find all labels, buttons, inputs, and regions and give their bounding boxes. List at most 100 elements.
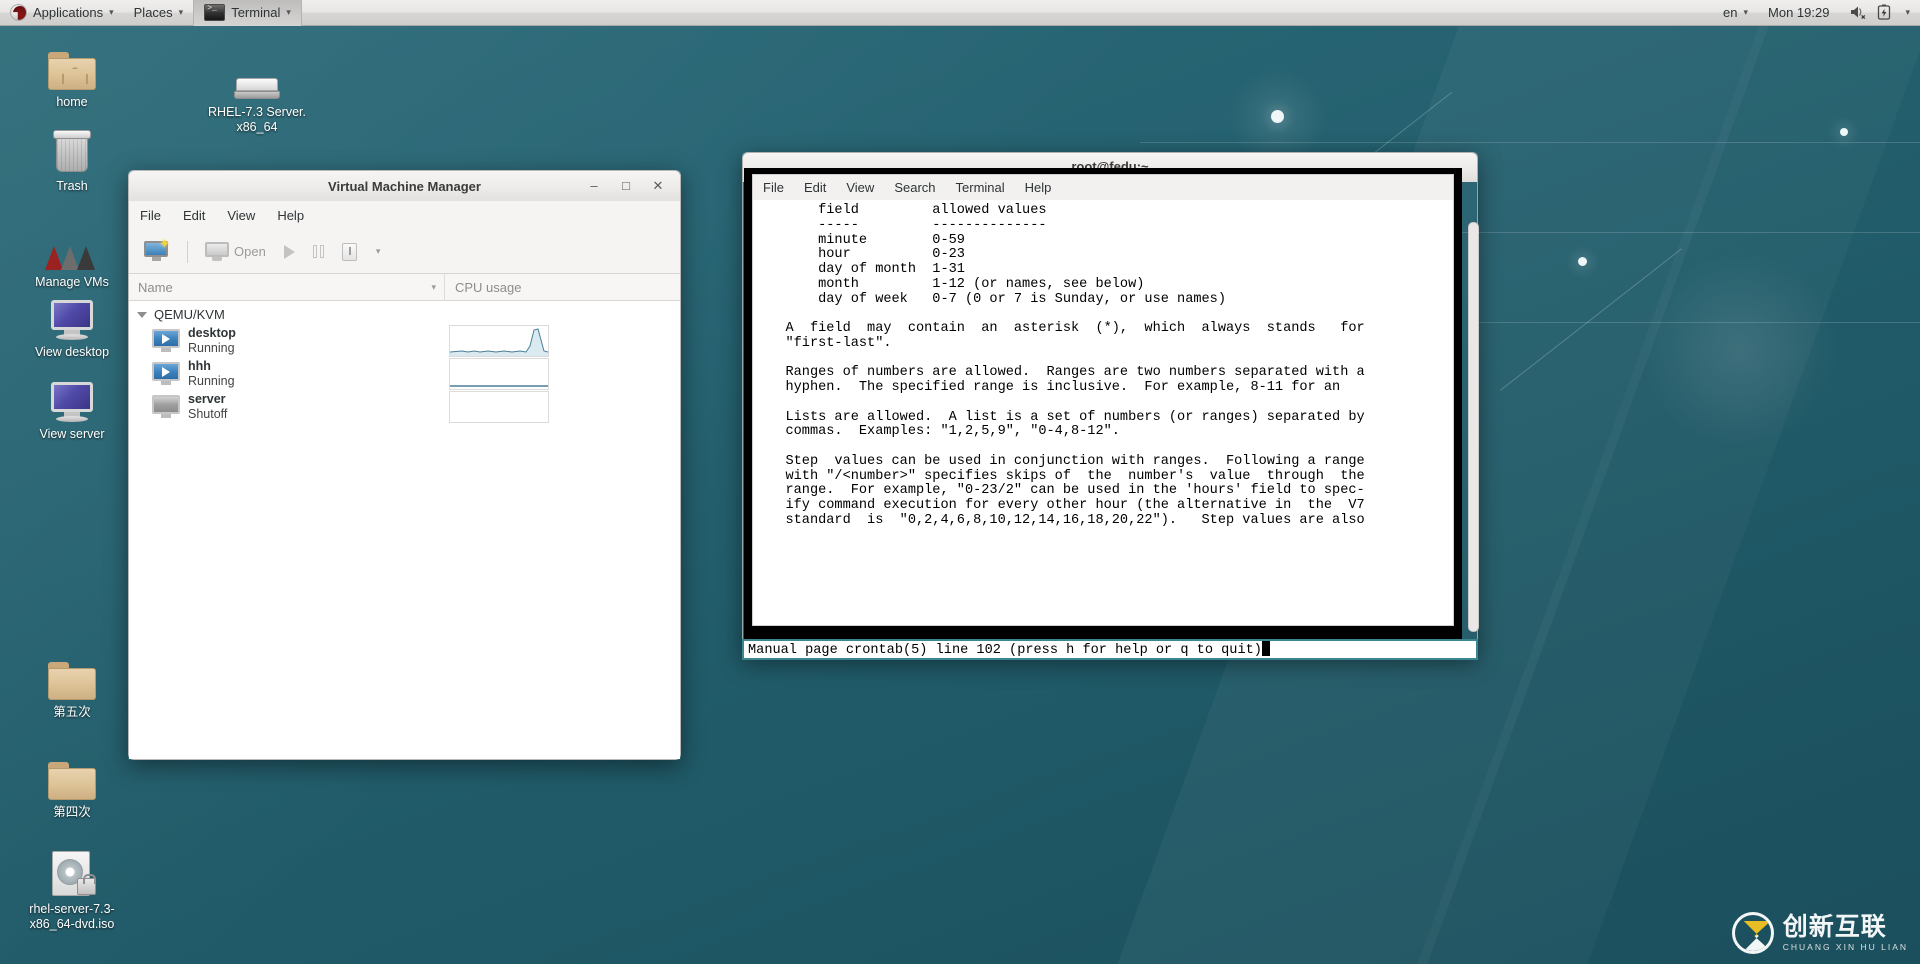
- desktop-icon-folder-4[interactable]: 第四次: [16, 748, 128, 820]
- vm-name: server: [188, 391, 226, 406]
- close-button[interactable]: ✕: [650, 178, 666, 194]
- vmm-titlebar[interactable]: Virtual Machine Manager – □ ✕: [128, 170, 681, 201]
- desktop-icon-rhel-drive[interactable]: RHEL-7.3 Server. x86_64: [187, 48, 327, 135]
- menu-help[interactable]: Help: [1015, 175, 1062, 201]
- fedora-logo-icon: [10, 4, 27, 21]
- desktop-icon-rhel-iso-label: rhel-server-7.3- x86_64-dvd.iso: [29, 902, 115, 931]
- desktop-icon-trash[interactable]: Trash: [16, 122, 128, 194]
- desktop-icon-manage-vms[interactable]: Manage VMs: [16, 218, 128, 290]
- home-folder-icon: [16, 38, 128, 90]
- menu-edit[interactable]: Edit: [794, 175, 836, 201]
- column-header-cpu[interactable]: CPU usage: [445, 280, 521, 295]
- battery-charging-icon[interactable]: [1877, 4, 1895, 21]
- terminal-menubar: File Edit View Search Terminal Help: [752, 174, 1454, 200]
- chevron-down-icon[interactable]: ▾: [431, 274, 436, 301]
- terminal-status-line: Manual page crontab(5) line 102 (press h…: [742, 639, 1478, 660]
- vmm-window-controls: – □ ✕: [586, 178, 680, 194]
- column-header-name[interactable]: Name ▾: [129, 273, 445, 301]
- monitor-icon: [205, 241, 229, 262]
- text-cursor: [1261, 641, 1270, 656]
- desktop-icon-home[interactable]: home: [16, 38, 128, 110]
- menu-view[interactable]: View: [216, 201, 266, 230]
- new-vm-button[interactable]: ✦: [137, 237, 177, 266]
- virtual-machine-manager-window[interactable]: Virtual Machine Manager – □ ✕ File Edit …: [128, 170, 681, 760]
- desktop-icon-trash-label: Trash: [56, 179, 88, 193]
- iso-disc-icon: [10, 845, 134, 897]
- wallpaper-node: [1271, 110, 1284, 123]
- wallpaper-node: [1578, 257, 1587, 266]
- column-header-cpu-label: CPU usage: [455, 279, 522, 295]
- speaker-muted-icon[interactable]: [1849, 4, 1867, 21]
- cpu-usage-sparkline: [449, 325, 549, 357]
- terminal-scrollbar[interactable]: [1468, 222, 1479, 632]
- run-vm-button[interactable]: [277, 242, 302, 262]
- chevron-down-icon: ▾: [286, 7, 291, 17]
- vm-running-icon: [152, 361, 180, 386]
- maximize-button[interactable]: □: [618, 178, 634, 194]
- desktop-icon-rhel-drive-label: RHEL-7.3 Server. x86_64: [208, 105, 306, 134]
- system-tray[interactable]: ▾: [1839, 0, 1920, 26]
- new-vm-icon: ✦: [144, 237, 170, 263]
- wallpaper-glow: [1640, 250, 1840, 450]
- menu-terminal[interactable]: Terminal: [946, 175, 1015, 201]
- vm-state: Running: [188, 340, 235, 355]
- trash-icon: [16, 122, 128, 174]
- table-row[interactable]: hhh Running: [129, 357, 680, 390]
- host-row-qemu-kvm[interactable]: QEMU/KVM: [129, 305, 680, 324]
- vmm-column-headers: Name ▾ CPU usage: [129, 273, 680, 301]
- vmm-vm-list[interactable]: QEMU/KVM desktop Running hhh Running ser…: [129, 301, 680, 759]
- cpu-usage-sparkline: [449, 391, 549, 423]
- desktop-icon-rhel-iso[interactable]: rhel-server-7.3- x86_64-dvd.iso: [10, 845, 134, 932]
- folder-icon: [16, 648, 128, 700]
- monitor-icon: [16, 288, 128, 340]
- menu-help[interactable]: Help: [266, 201, 315, 230]
- open-vm-label: Open: [234, 244, 266, 259]
- watermark-pinyin: CHUANG XIN HU LIAN: [1782, 941, 1908, 952]
- vm-name: desktop: [188, 325, 236, 340]
- desktop-icon-view-server[interactable]: View server: [16, 370, 128, 442]
- minimize-button[interactable]: –: [586, 178, 602, 194]
- chevron-down-icon[interactable]: ▾: [1905, 8, 1910, 17]
- applications-menu-label: Applications: [33, 5, 104, 20]
- chevron-down-icon: ▾: [1743, 7, 1749, 17]
- terminal-window[interactable]: root@fedu:~ File Edit View Search Termin…: [742, 152, 1478, 657]
- vmm-menubar: File Edit View Help: [128, 201, 681, 230]
- expand-triangle-icon[interactable]: [137, 311, 147, 318]
- drive-icon: [187, 48, 327, 100]
- menu-edit[interactable]: Edit: [172, 201, 216, 230]
- places-menu[interactable]: Places ▾: [124, 0, 194, 26]
- desktop-icon-folder-5[interactable]: 第五次: [16, 648, 128, 720]
- chevron-down-icon: ▾: [109, 7, 114, 17]
- menu-file[interactable]: File: [129, 201, 172, 230]
- clock[interactable]: Mon 19:29: [1758, 0, 1839, 26]
- terminal-screen[interactable]: field allowed values ----- -------------…: [752, 200, 1454, 626]
- open-vm-button[interactable]: Open: [198, 239, 273, 265]
- menu-search[interactable]: Search: [884, 175, 945, 201]
- watermark-text: 创新互联 CHUANG XIN HU LIAN: [1782, 912, 1908, 952]
- host-row-label: QEMU/KVM: [154, 307, 225, 322]
- table-row[interactable]: server Shutoff: [129, 390, 680, 423]
- desktop-icon-folder-5-label: 第五次: [53, 705, 91, 719]
- desktop-icon-home-label: home: [56, 95, 88, 109]
- watermark-chinese: 创新互联: [1782, 912, 1887, 941]
- keyboard-layout-indicator[interactable]: en ▾: [1713, 0, 1758, 26]
- column-header-name-label: Name: [138, 279, 173, 295]
- cpu-usage-sparkline: [449, 358, 549, 390]
- table-row[interactable]: desktop Running: [129, 324, 680, 357]
- vm-running-icon: [152, 328, 180, 353]
- pause-vm-button[interactable]: [306, 242, 331, 261]
- chevron-down-icon[interactable]: ▾: [368, 246, 389, 257]
- menu-file[interactable]: File: [753, 175, 794, 201]
- desktop-icon-folder-4-label: 第四次: [53, 805, 91, 819]
- vm-state: Running: [188, 373, 235, 388]
- menu-view[interactable]: View: [836, 175, 884, 201]
- monitor-icon: [16, 370, 128, 422]
- desktop-icon-view-desktop[interactable]: View desktop: [16, 288, 128, 360]
- shutdown-vm-button[interactable]: [335, 240, 364, 264]
- folder-icon: [16, 748, 128, 800]
- taskbar-item-terminal[interactable]: Terminal ▾: [193, 0, 302, 26]
- terminal-frame: File Edit View Search Terminal Help fiel…: [744, 168, 1462, 640]
- toolbar-separator: [187, 240, 188, 263]
- applications-menu[interactable]: Applications ▾: [0, 0, 124, 26]
- keyboard-layout-label: en: [1723, 5, 1738, 20]
